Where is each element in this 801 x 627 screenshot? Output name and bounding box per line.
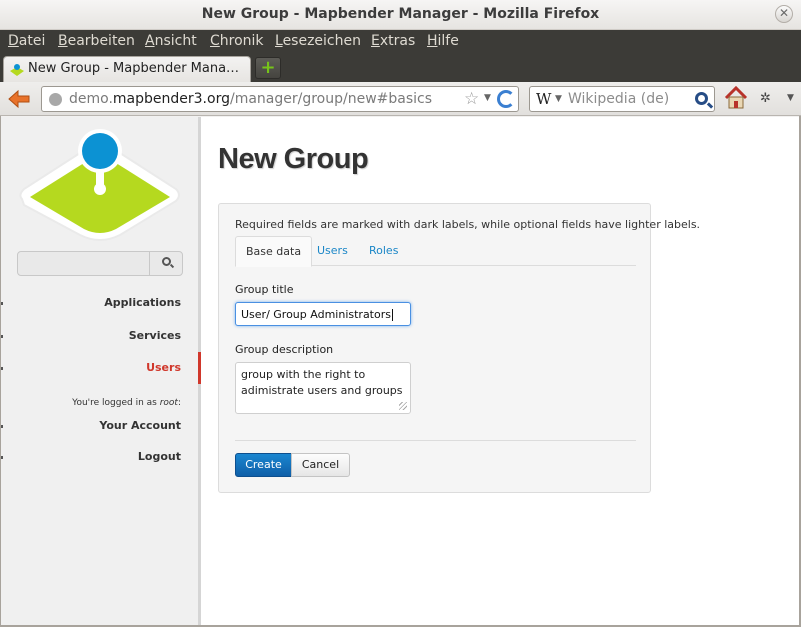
back-arrow-icon[interactable]	[6, 88, 32, 110]
menu-extras[interactable]: Extras	[371, 33, 415, 49]
form-divider	[235, 440, 636, 441]
resize-grip-icon[interactable]	[399, 402, 407, 410]
browser-tab[interactable]: New Group - Mapbender Mana…	[3, 56, 251, 82]
logged-in-text: You're logged in as root:	[72, 398, 181, 408]
nav-logout[interactable]: Logout	[138, 450, 181, 463]
web-page: Applications Services Users You're logge…	[0, 117, 799, 625]
active-nav-indicator	[198, 352, 201, 384]
required-fields-hint: Required fields are marked with dark lab…	[235, 218, 701, 231]
reload-icon[interactable]	[497, 90, 515, 108]
url-bar[interactable]: demo.mapbender3.org/manager/group/new#ba…	[41, 86, 519, 112]
home-icon[interactable]	[723, 85, 749, 111]
menubar: Datei Bearbeiten Ansicht Chronik Lesezei…	[0, 30, 801, 54]
addon-icon[interactable]: ✲	[760, 91, 771, 106]
menu-datei[interactable]: Datei	[8, 33, 45, 49]
create-button[interactable]: Create	[235, 453, 292, 477]
sidebar: Applications Services Users You're logge…	[0, 117, 201, 625]
window-titlebar: New Group - Mapbender Manager - Mozilla …	[0, 0, 801, 30]
search-icon[interactable]	[162, 257, 171, 266]
search-placeholder: Wikipedia (de)	[568, 91, 670, 107]
search-icon[interactable]	[695, 92, 708, 105]
search-bar[interactable]: W ▼ Wikipedia (de)	[529, 86, 715, 112]
tab-roles[interactable]: Roles	[359, 236, 408, 266]
tab-title: New Group - Mapbender Mana…	[28, 61, 240, 76]
mapbender-logo	[19, 129, 180, 241]
menu-hilfe[interactable]: Hilfe	[427, 33, 459, 49]
group-title-input[interactable]: User/ Group Administrators	[235, 302, 411, 326]
window-border-left	[0, 116, 1, 627]
url-dropdown-icon[interactable]: ▼	[484, 93, 491, 103]
menu-ansicht[interactable]: Ansicht	[145, 33, 197, 49]
cancel-button[interactable]: Cancel	[291, 453, 350, 477]
menu-bearbeiten[interactable]: Bearbeiten	[58, 33, 135, 49]
main-content: New Group Required fields are marked wit…	[203, 117, 799, 625]
group-description-textarea[interactable]: group with the right to adimistrate user…	[235, 362, 411, 414]
wikipedia-icon[interactable]: W	[536, 90, 551, 108]
page-title: New Group	[218, 143, 369, 175]
new-tab-button[interactable]: +	[255, 57, 281, 79]
group-form-panel: Required fields are marked with dark lab…	[218, 203, 700, 493]
nav-users[interactable]: Users	[146, 361, 181, 374]
url-text: demo.mapbender3.org/manager/group/new#ba…	[69, 91, 433, 107]
close-icon: ✕	[778, 6, 790, 20]
nav-services[interactable]: Services	[129, 329, 181, 342]
tab-base-data[interactable]: Base data	[235, 236, 313, 267]
group-description-label: Group description	[235, 343, 334, 356]
mapbender-favicon-icon	[10, 64, 24, 76]
group-title-label: Group title	[235, 283, 294, 296]
globe-icon	[49, 93, 62, 106]
menu-lesezeichen[interactable]: Lesezeichen	[275, 33, 361, 49]
menu-chronik[interactable]: Chronik	[210, 33, 264, 49]
toolbar-dropdown-icon[interactable]: ▼	[787, 93, 794, 103]
text-caret	[391, 309, 393, 321]
sidebar-search-input[interactable]	[18, 252, 150, 275]
search-engine-dropdown-icon[interactable]: ▼	[555, 94, 562, 104]
tab-users[interactable]: Users	[307, 236, 358, 266]
navigation-toolbar: demo.mapbender3.org/manager/group/new#ba…	[0, 82, 801, 116]
tab-strip: New Group - Mapbender Mana… +	[0, 54, 801, 82]
form-tabs: Base data Users Roles	[235, 236, 636, 267]
window-title: New Group - Mapbender Manager - Mozilla …	[201, 6, 600, 22]
window-close-button[interactable]: ✕	[775, 5, 793, 23]
sidebar-search	[17, 251, 183, 276]
nav-your-account[interactable]: Your Account	[99, 419, 181, 432]
nav-applications[interactable]: Applications	[104, 296, 181, 309]
bookmark-star-icon[interactable]: ☆	[464, 89, 479, 109]
plus-icon: +	[260, 57, 276, 78]
